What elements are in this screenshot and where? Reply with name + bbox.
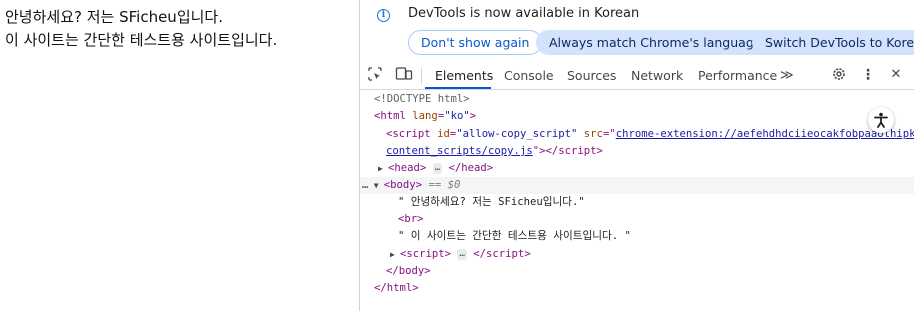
br-tag: <br> [398, 213, 424, 225]
devtools-tabbar: Elements Console Sources Network Perform… [360, 61, 914, 90]
page-content: 안녕하세요? 저는 SFicheu입니다. 이 사이트는 간단한 테스트용 사이… [0, 0, 359, 311]
script2-close-tag: script [486, 248, 525, 260]
tab-network[interactable]: Network [631, 61, 683, 90]
tree-node-body-close[interactable]: </body> [386, 263, 431, 280]
accessibility-icon [874, 112, 888, 128]
text-node-1: " 안녕하세요? 저는 SFicheu입니다." [398, 196, 585, 208]
collapsed-ellipsis[interactable]: … [457, 248, 467, 260]
toolbar-separator [421, 67, 422, 84]
html-attr-value: "ko" [444, 110, 470, 122]
page-text-line-2: 이 사이트는 간단한 테스트용 사이트입니다. [5, 31, 278, 49]
tab-performance[interactable]: Performance [698, 61, 777, 90]
gear-icon[interactable] [830, 66, 848, 84]
tree-node-body[interactable]: … ▼ <body> == $0 [362, 177, 460, 194]
tree-node-text-1[interactable]: " 안녕하세요? 저는 SFicheu입니다." [398, 194, 585, 211]
selected-node-marker: == $0 [428, 179, 461, 191]
script-tag-name: script [392, 128, 431, 140]
text-node-2: " 이 사이트는 간단한 테스트용 사이트입니다. " [398, 230, 631, 242]
more-tabs-button[interactable]: ≫ [780, 61, 794, 90]
tree-node-head[interactable]: ▶ <head> … </head> [378, 160, 493, 177]
html-tag-name: html [380, 110, 406, 122]
collapse-triangle-icon[interactable]: ▼ [374, 177, 384, 194]
html-attr-name: lang [412, 110, 438, 122]
tree-node-br[interactable]: <br> [398, 211, 424, 228]
html-close-tag: </html> [374, 282, 419, 294]
body-close-tag: </body> [386, 265, 431, 277]
language-infobar: i DevTools is now available in Korean Do… [360, 0, 914, 61]
device-toolbar-icon[interactable] [395, 66, 413, 84]
head-close-tag: head [461, 162, 487, 174]
tree-node-html-close[interactable]: </html> [374, 280, 419, 297]
tree-node-script[interactable]: ▶ <script> … </script> [390, 246, 531, 263]
doctype-text: <!DOCTYPE html> [374, 93, 470, 105]
script-id-value: "allow-copy_script" [456, 128, 578, 140]
elements-tree: <!DOCTYPE html> <html lang="ko"> <script… [360, 91, 914, 311]
tree-node-doctype[interactable]: <!DOCTYPE html> [374, 91, 470, 108]
switch-to-korean-button[interactable]: Switch DevTools to Korean [752, 30, 914, 55]
devtools-panel: i DevTools is now available in Korean Do… [360, 0, 914, 311]
collapsed-ellipsis[interactable]: … [432, 162, 443, 174]
script-close-tag: script [558, 145, 597, 157]
tree-node-script-ext-cont[interactable]: content_scripts/copy.js"></script> [386, 143, 603, 160]
expand-triangle-icon[interactable]: ▶ [390, 246, 400, 263]
info-icon: i [377, 9, 390, 22]
tree-node-script-ext[interactable]: <script id="allow-copy_script" src="chro… [386, 126, 914, 143]
tab-sources[interactable]: Sources [567, 61, 616, 90]
tree-node-html[interactable]: <html lang="ko"> [374, 108, 476, 125]
active-tab-indicator [425, 87, 491, 89]
head-tag-name: head [394, 162, 420, 174]
script-src-link-2[interactable]: content_scripts/copy.js [386, 145, 533, 157]
tab-console[interactable]: Console [504, 61, 554, 90]
row-more-marker[interactable]: … [362, 179, 368, 191]
script-src-attr: src [583, 128, 603, 140]
tree-node-text-2[interactable]: " 이 사이트는 간단한 테스트용 사이트입니다. " [398, 228, 631, 245]
always-match-language-button[interactable]: Always match Chrome's language [536, 30, 775, 55]
inspect-element-icon[interactable] [366, 66, 384, 84]
accessibility-tree-button[interactable] [868, 107, 894, 133]
infobar-message: DevTools is now available in Korean [408, 6, 640, 21]
dont-show-again-button[interactable]: Don't show again [408, 30, 543, 55]
body-tag-name: body [390, 179, 416, 191]
expand-triangle-icon[interactable]: ▶ [378, 160, 388, 177]
more-options-icon[interactable]: ⋮ [859, 66, 877, 84]
page-text-line-1: 안녕하세요? 저는 SFicheu입니다. [5, 8, 223, 26]
script-id-attr: id [437, 128, 450, 140]
tab-elements[interactable]: Elements [435, 61, 493, 90]
script2-tag-name: script [406, 248, 445, 260]
close-icon[interactable]: ✕ [887, 66, 905, 84]
